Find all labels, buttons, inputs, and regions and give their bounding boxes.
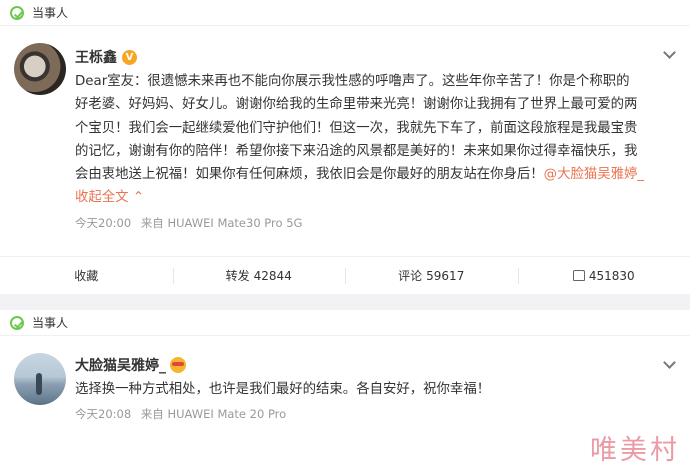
post-source: 来自 HUAWEI Mate30 Pro 5G: [140, 215, 303, 230]
like-button[interactable]: 451830: [517, 266, 690, 286]
comment-button[interactable]: 评论 59617: [345, 266, 518, 286]
author-row: 大脸猫吴雅婷_: [75, 354, 670, 376]
mention-link[interactable]: @大脸猫吴雅婷_: [544, 167, 644, 182]
post-text-line: 好老婆、好妈妈、好女儿。谢谢你给我的生命里带来光亮！谢谢你让我拥有了世界上最可爱…: [75, 97, 638, 113]
like-count: 451830: [588, 268, 635, 283]
post-text-line: 会由衷地送上祝福！如果你有任何麻烦，我依旧会是你最好的朋友站在你身后！@大脸猫吴…: [75, 163, 670, 186]
post-text: 选择换一种方式相处，也许是我们最好的结束。各自安好，祝你幸福！: [75, 382, 491, 397]
post-body: 王栎鑫 V Dear室友：很遗憾未来再也不能向你展示我性感的呼噜声了。这些年你辛…: [0, 26, 690, 234]
post-meta: 今天20:08 来自 HUAWEI Mate 20 Pro: [75, 403, 670, 425]
collapse-link[interactable]: 收起全文: [75, 190, 129, 205]
watermark: 唯美村: [590, 435, 680, 462]
action-bar: 收藏 转发 42844 评论 59617 451830: [0, 256, 690, 294]
tag-check-icon: [10, 5, 24, 20]
tag-check-icon: [10, 315, 24, 330]
post-card-2: 当事人 大脸猫吴雅婷_ 选择换一种方式相处，也许是我们最好的结束。各自安好，祝你…: [0, 310, 690, 462]
author-name[interactable]: 大脸猫吴雅婷_: [75, 355, 166, 375]
collapse-arrow-icon[interactable]: ⌃: [133, 190, 144, 205]
post-time[interactable]: 今天20:08: [75, 407, 131, 421]
post-time[interactable]: 今天20:00: [75, 216, 131, 230]
collect-button[interactable]: 收藏: [0, 266, 173, 286]
post-source: 来自 HUAWEI Mate 20 Pro: [140, 407, 287, 422]
avatar[interactable]: [14, 43, 66, 95]
comment-count: 59617: [426, 268, 465, 283]
post-text: Dear室友：很遗憾未来再也不能向你展示我性感的呼噜声了。这些年你辛苦了！你是个…: [75, 70, 670, 210]
post-text-line-content: 会由衷地送上祝福！如果你有任何麻烦，我依旧会是你最好的朋友站在你身后！: [75, 167, 544, 183]
post-meta: 今天20:00 来自 HUAWEI Mate30 Pro 5G: [75, 212, 670, 234]
card-tag-label: 当事人: [32, 6, 69, 20]
repost-button[interactable]: 转发 42844: [172, 266, 346, 286]
repost-count: 42844: [253, 268, 292, 283]
vip-badge-icon: [170, 357, 186, 373]
collect-label: 收藏: [74, 268, 99, 283]
collapse-row: 收起全文 ⌃: [75, 186, 670, 209]
post-card-1: 当事人 王栎鑫 V Dear室友：很遗憾未来再也不能向你展示我性感的呼噜声了。这…: [0, 0, 690, 294]
post-text-line: 的记忆，谢谢有你的陪伴！希望你接下来沿途的风景都是美好的！未来如果你过得幸福快乐…: [75, 143, 638, 159]
avatar[interactable]: [14, 353, 66, 405]
post-text-line: 个宝贝！我们会一起继续爱他们守护他们！但这一次，我就先下车了，前面这段旅程是我最…: [75, 120, 638, 136]
thumbs-up-icon: [572, 269, 585, 281]
post-body: 大脸猫吴雅婷_ 选择换一种方式相处，也许是我们最好的结束。各自安好，祝你幸福！ …: [0, 336, 690, 425]
author-name[interactable]: 王栎鑫: [75, 47, 117, 67]
post-text-line: Dear室友：很遗憾未来再也不能向你展示我性感的呼噜声了。这些年你辛苦了！你是个…: [75, 74, 630, 89]
comment-label: 评论: [398, 268, 423, 283]
card-tag-label: 当事人: [32, 316, 69, 330]
card-tag: 当事人: [0, 310, 690, 336]
verified-badge-icon: V: [122, 49, 137, 65]
repost-label: 转发: [225, 268, 250, 283]
author-row: 王栎鑫 V: [75, 46, 670, 68]
card-tag: 当事人: [0, 0, 690, 26]
